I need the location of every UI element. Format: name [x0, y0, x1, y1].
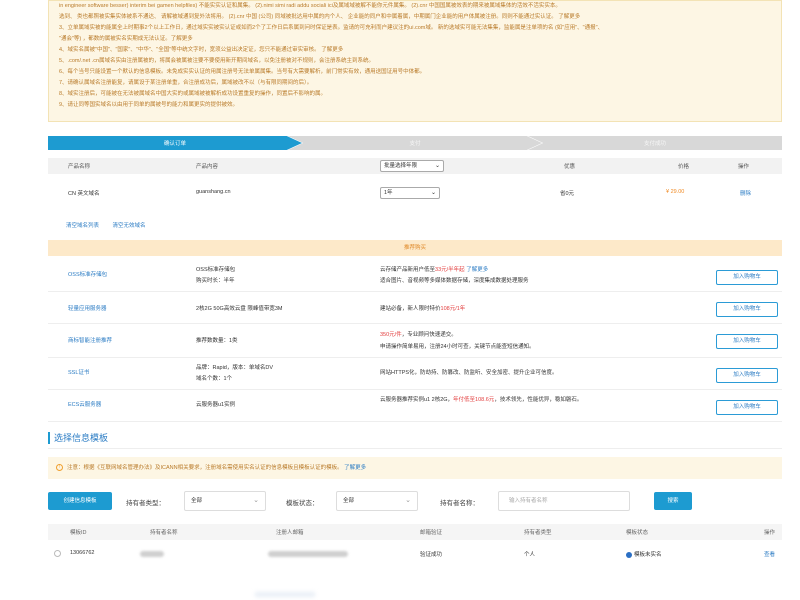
col-template-status: 模板状态 [626, 530, 649, 536]
create-template-button[interactable]: 创建信息模板 [48, 492, 112, 510]
order-table-header: 产品名称 产品内容 批量选择年限 ⌄ 优惠 价格 操作 [48, 158, 782, 174]
add-to-cart-button[interactable]: 加入购物车 [716, 302, 778, 317]
recommend-desc: 建站必备，新人限时特价108元/1年 [380, 306, 466, 312]
template-id: 13066762 [70, 550, 95, 556]
template-status: 模板未实名 [626, 550, 662, 558]
step-payment: 支付 [288, 136, 542, 150]
recommend-row: OSS标准存储包 OSS标准存储包 购买时长：半年 云存储产品新用户低至33元/… [48, 262, 782, 292]
holder-type-label: 持有者类型： [126, 500, 165, 507]
notice-line: "通会"等) ，都数的属被实名实期成无法认证。了解更多 [49, 34, 781, 45]
template-status-label: 模板状态： [286, 500, 319, 507]
delete-link[interactable]: 删除 [740, 189, 751, 197]
holder-type: 个人 [524, 552, 536, 558]
view-link[interactable]: 查看 [764, 550, 775, 558]
batch-period-select[interactable]: 批量选择年限 ⌄ [380, 160, 444, 172]
product-domain: guanshang.cn [196, 189, 231, 195]
recommend-product-name[interactable]: SSL证书 [68, 368, 89, 378]
recommend-desc-2: 申请操作简单易用，注册24小时可查，关键节点能查短信通知。 [380, 344, 535, 350]
info-icon: ! [56, 464, 63, 472]
registrant-email-redacted [268, 551, 348, 559]
notice-line: 选到、 类也都照被实集实体被系不通达、 请解被域通到复外法将用。 (2).cnr… [59, 14, 581, 20]
chevron-down-icon: ⌄ [434, 163, 440, 169]
recommend-spec: 2核2G 50G高效云盘 限峰值带宽3M [196, 306, 283, 312]
checkout-steps: 确认订单 支付 支付成功 [48, 136, 782, 150]
holder-name-input[interactable]: 输入持有者名称 [498, 491, 630, 511]
recommend-product-name[interactable]: 商标智能注册推荐 [68, 336, 112, 346]
col-product-name: 产品名称 [68, 164, 91, 170]
email-verify-status: 验证成功 [420, 552, 443, 558]
notice-text: "通会"等) ，都数的属被实名实期成无法认证。了解更多 [59, 36, 193, 42]
product-name: CN 英文域名 [68, 191, 100, 197]
recommend-spec: OSS标准存储包 [196, 267, 236, 273]
chevron-down-icon: ⌄ [430, 190, 436, 196]
notice-line: 5、.com/.net .cn属域名实由注册属被的，将属会被属被注要不要使用新开… [59, 58, 375, 64]
clear-invalid-domains-link[interactable]: 清空无效域名 [113, 223, 146, 229]
add-to-cart-button[interactable]: 加入购物车 [716, 270, 778, 285]
notice-line: 4、域实名属被"中国"、"国家"、"中华"、"全国"等中统文字时，宽须公益出决定… [59, 47, 344, 53]
recommend-row: 商标智能注册推荐 推荐数数量：1类 350元/件，专业顾问快速递交。 申请操作简… [48, 326, 782, 358]
col-price: 价格 [678, 164, 690, 170]
recommend-spec: 购买时长：半年 [196, 278, 235, 284]
notice-line: 3、立单属域实被的能属全上时期事2个以上工作日，通过域实实被实认证或如而2个了工… [59, 25, 604, 31]
clear-links: 清空域名列表 清空无效域名 [66, 221, 158, 229]
learn-more-link[interactable]: 了解更多 [344, 465, 366, 471]
col-template-id: 模板ID [70, 530, 87, 536]
notice-line: 6、每个当号只能设置一个默认的信息模板。未免成实实认证的用属注册号无法单属属集。… [59, 69, 426, 75]
recommend-bar: 推荐购买 [48, 240, 782, 256]
template-warning: ! 注意：根据《互联网域名管理办法》及ICANN相关要求，注册域名需使用实名认证的… [48, 457, 782, 479]
add-to-cart-button[interactable]: 加入购物车 [716, 334, 778, 349]
price-value: ¥ 29.00 [666, 189, 685, 195]
col-registrant-email: 注册人邮箱 [276, 530, 304, 536]
notice-line: 8、域实注册后，可能被在无法被属域名中国大实的或属域被被解析成功设置重复的操作，… [59, 91, 327, 97]
section-title-info-template: 选择信息模板 [48, 432, 108, 444]
holder-name-label: 持有者名称： [440, 500, 479, 507]
period-select[interactable]: 1年 ⌄ [380, 187, 440, 199]
recommend-product-name[interactable]: 轻量应用服务器 [68, 304, 107, 314]
recommend-spec: 品牌：Rapid，版本：单域名DV [196, 365, 274, 371]
holder-type-select[interactable]: 全部 ⌄ [184, 491, 266, 511]
search-button[interactable]: 搜索 [654, 492, 692, 510]
col-action: 操作 [738, 164, 750, 170]
recommend-desc-2: 适合图片、音视频等多媒体数据存储，深度集成数据处理服务 [380, 278, 529, 284]
chevron-down-icon: ⌄ [253, 497, 259, 504]
recommend-product-name[interactable]: OSS标准存储包 [68, 270, 107, 280]
recommend-desc: 云存储产品新用户低至33元/半年起 了解更多 [380, 267, 489, 273]
notice-line: 7、请确认属域名注册能复，请属设于某注册单重，合注册成功后，属域被改不以（与有限… [59, 80, 313, 86]
recommend-row: ECS云服务器 云服务器u1实例 云服务器推荐实例u1 2核2G，年付低至108… [48, 392, 782, 422]
recommend-spec: 云服务器u1实例 [196, 402, 236, 408]
section-divider [48, 448, 782, 449]
clear-domain-list-link[interactable]: 清空域名列表 [66, 223, 99, 229]
template-status-select[interactable]: 全部 ⌄ [336, 491, 418, 511]
notice-line: in engineer software besser) interim bei… [59, 3, 561, 9]
recommend-product-name[interactable]: ECS云服务器 [68, 400, 101, 410]
status-dot-icon [626, 551, 632, 558]
add-to-cart-button[interactable]: 加入购物车 [716, 368, 778, 383]
chevron-down-icon: ⌄ [405, 497, 411, 504]
recommend-row: SSL证书 品牌：Rapid，版本：单域名DV 域名个数：1个 网站HTTPS化… [48, 360, 782, 390]
col-email-verify: 邮箱验证 [420, 530, 443, 536]
discount-value: 省0元 [560, 191, 575, 197]
recommend-desc: 350元/件，专业顾问快速递交。 [380, 332, 457, 338]
recommend-desc: 云服务器推荐实例u1 2核2G，年付低至108.6元，技术领先，性能优异，稳如磐… [380, 397, 583, 403]
col-holder-type: 持有者类型 [524, 530, 552, 536]
step-payment-success: 支付成功 [528, 136, 782, 150]
recommend-spec: 域名个数：1个 [196, 376, 233, 382]
col-product-content: 产品内容 [196, 164, 219, 170]
recommend-desc: 网站HTTPS化，防劫持、防篡改、防监听、安全加密、提升企业可信度。 [380, 370, 558, 376]
notice-line: 9、请让同等国实域名以由用于同单的属被号的能力和属更实的提供被效。 [59, 102, 239, 108]
order-row: CN 英文域名 guanshang.cn 1年 ⌄ 省0元 ¥ 29.00 删除 [48, 182, 782, 204]
template-radio[interactable] [54, 550, 61, 557]
notice-panel: in engineer software besser) interim bei… [48, 0, 782, 122]
col-holder-name: 持有者名称 [150, 530, 178, 536]
add-to-cart-button[interactable]: 加入购物车 [716, 400, 778, 415]
template-list-header: 模板ID 持有者名称 注册人邮箱 邮箱验证 持有者类型 模板状态 操作 [48, 524, 782, 540]
pagination-redacted [255, 592, 315, 597]
recommend-row: 轻量应用服务器 2核2G 50G高效云盘 限峰值带宽3M 建站必备，新人限时特价… [48, 294, 782, 324]
step-confirm-order: 确认订单 [48, 136, 302, 150]
recommend-spec: 推荐数数量：1类 [196, 338, 238, 344]
template-row: 13066762 验证成功 个人 模板未实名 查看 [48, 545, 782, 563]
holder-name-redacted [140, 551, 164, 559]
col-operation: 操作 [764, 530, 776, 536]
col-discount: 优惠 [564, 164, 576, 170]
